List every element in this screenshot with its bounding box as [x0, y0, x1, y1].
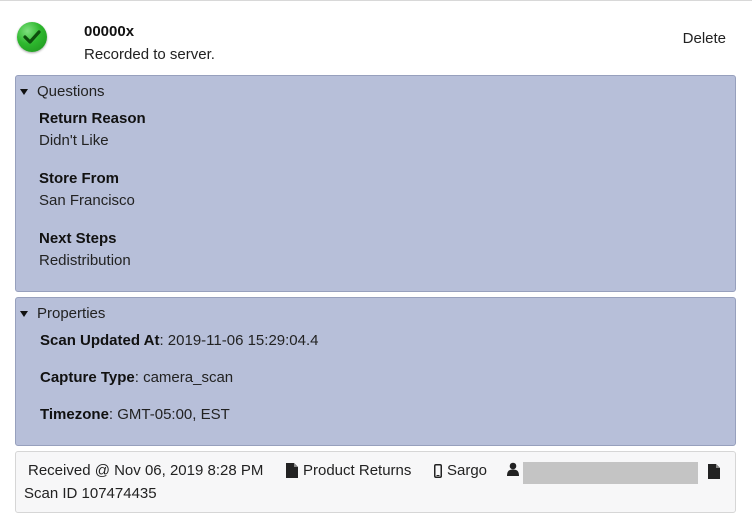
property-value: : GMT-05:00, EST [108, 406, 230, 423]
property-value: : camera_scan [134, 369, 234, 386]
property-label: Scan Updated At [40, 332, 160, 349]
question-label: Next Steps [39, 230, 117, 247]
scan-id: Scan ID 107474435 [24, 485, 157, 502]
document-icon [286, 463, 298, 478]
report-document-icon[interactable] [708, 464, 720, 483]
received-timestamp: Received @ Nov 06, 2019 8:28 PM [28, 462, 264, 479]
properties-panel-title: Properties [37, 304, 106, 322]
question-label: Store From [39, 170, 120, 187]
question-label: Return Reason [39, 110, 146, 127]
workflow-link[interactable]: Product Returns [286, 462, 411, 479]
property-row: Capture Type: camera_scan [40, 369, 233, 386]
property-row: Timezone: GMT-05:00, EST [40, 406, 230, 423]
questions-panel: Questions Return Reason Didn't Like Stor… [15, 75, 736, 292]
caret-down-icon [20, 88, 28, 95]
question-value: Didn't Like [39, 132, 109, 149]
property-row: Scan Updated At: 2019-11-06 15:29:04.4 [40, 332, 319, 349]
questions-panel-toggle[interactable]: Questions [20, 82, 105, 100]
question-value: Redistribution [39, 252, 131, 269]
property-label: Capture Type [40, 369, 135, 386]
redacted-user-name [523, 462, 698, 484]
property-label: Timezone [40, 406, 109, 423]
questions-panel-title: Questions [37, 82, 105, 100]
user-icon [507, 462, 519, 476]
caret-down-icon [20, 310, 28, 317]
user-info [507, 462, 524, 476]
record-footer: Received @ Nov 06, 2019 8:28 PM Product … [15, 451, 736, 513]
mobile-phone-icon [434, 463, 442, 478]
check-circle-icon [17, 22, 47, 52]
record-id: 00000x [84, 23, 135, 40]
top-divider [0, 0, 752, 1]
properties-panel: Properties Scan Updated At: 2019-11-06 1… [15, 297, 736, 446]
workflow-name: Product Returns [303, 462, 412, 479]
device-info: Sargo [434, 462, 487, 479]
record-status: Recorded to server. [84, 46, 215, 63]
properties-panel-toggle[interactable]: Properties [20, 304, 105, 322]
question-value: San Francisco [39, 192, 135, 209]
device-name: Sargo [447, 462, 488, 479]
delete-button[interactable]: Delete [683, 30, 726, 47]
property-value: : 2019-11-06 15:29:04.4 [159, 332, 319, 349]
